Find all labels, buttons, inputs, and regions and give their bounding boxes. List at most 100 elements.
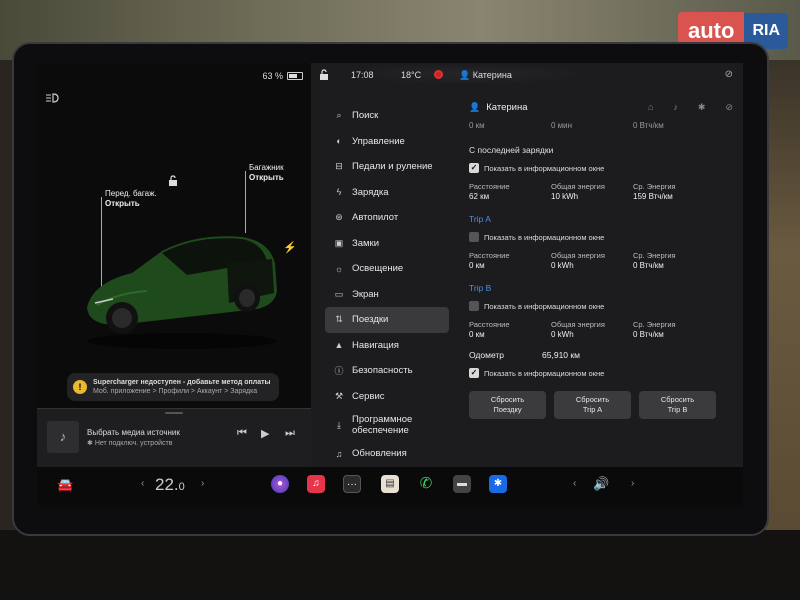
current-distance: 0 км <box>469 121 485 130</box>
headlights-icon[interactable] <box>45 93 59 106</box>
temp-up-icon[interactable]: › <box>201 478 204 489</box>
frunk-open[interactable]: Открыть <box>105 199 140 208</box>
clock: 17:08 <box>351 70 374 80</box>
lock-status-icon[interactable] <box>319 69 329 83</box>
checkbox-label: Показать в информационном окне <box>484 232 605 242</box>
next-track-icon[interactable]: ⏭ <box>285 427 295 440</box>
profile-icon: 👤 <box>459 70 471 80</box>
car-icon[interactable]: 🚘 <box>57 477 73 493</box>
checkbox-checked[interactable]: ✓ <box>469 163 479 173</box>
reset-trip-b-button[interactable]: Сбросить Trip B <box>639 391 716 419</box>
trips-content: 👤 Катерина ⌂ ♪ ✱ ⊘ 0 км 0 мин 0 Втч/км С… <box>469 99 739 419</box>
stat-avg-energy: Ср. Энергия 0 Втч/км <box>633 320 715 340</box>
trip-b-stats: Расстояние 0 км Общая энергия 0 kWh Ср. Эн… <box>469 320 739 340</box>
menu-item-trips[interactable]: ⇅ Поездки <box>325 307 449 333</box>
menu-item-safety[interactable]: ⓘ Безопасность <box>325 358 449 384</box>
menu-label: Сервис <box>352 390 385 402</box>
stat-value: 0 Втч/км <box>633 261 664 270</box>
menu-label: Поездки <box>352 314 389 326</box>
menu-label: Обновления <box>352 448 407 460</box>
profile-header: 👤 Катерина ⌂ ♪ ✱ ⊘ <box>469 99 739 115</box>
since-charge-show-toggle[interactable]: ✓ Показать в информационном окне <box>469 162 739 174</box>
menu-item-autopilot[interactable]: ⊛ Автопилот <box>325 205 449 231</box>
calendar-icon[interactable]: ▤ <box>381 475 399 493</box>
trip-b-heading: Trip B <box>469 283 492 293</box>
bell-icon: ♫ <box>335 448 343 459</box>
stat-value: 10 kWh <box>551 192 579 201</box>
media-drag-handle[interactable] <box>165 412 183 414</box>
previous-track-icon[interactable]: ⏮ <box>237 427 247 440</box>
menu-item-charging[interactable]: ϟ Зарядка <box>325 180 449 206</box>
cabin-temp[interactable]: 22.0 <box>155 475 185 495</box>
music-app-icon[interactable]: ♫ <box>307 475 325 493</box>
status-bar: 17:08 18°C 👤 Катерина ⊘ <box>311 63 743 87</box>
checkbox-unchecked[interactable] <box>469 232 479 242</box>
menu-item-pedals[interactable]: ⊟ Педали и руление <box>325 154 449 180</box>
nav-icon: ▲ <box>334 340 344 351</box>
stat-label: Общая энергия <box>551 182 605 191</box>
menu-item-search[interactable]: ⌕ Поиск <box>325 103 449 129</box>
stat-distance: Расстояние 0 км <box>469 320 551 340</box>
settings-menu: ⌕ Поиск ◐ Управление ⊟ Педали и руление ϟ За… <box>325 103 449 467</box>
menu-item-updates[interactable]: ♫ Обновления <box>325 441 449 467</box>
menu-item-display[interactable]: ▭ Экран <box>325 282 449 308</box>
stat-value: 62 км <box>469 192 490 201</box>
menu-label: Замки <box>352 237 380 249</box>
temp-down-icon[interactable]: ‹ <box>141 478 144 489</box>
battery-percent: 63 % <box>262 71 283 81</box>
stat-label: Общая энергия <box>551 320 605 329</box>
dashcam-icon[interactable]: ▬ <box>453 475 471 493</box>
frunk-callout[interactable]: Перед. багаж. Открыть <box>105 189 157 209</box>
bluetooth-icon: ✱ <box>697 101 706 112</box>
bell-icon: ♪ <box>673 101 678 112</box>
menu-label: Освещение <box>352 263 404 275</box>
bluetooth-icon: ✱ <box>87 440 93 447</box>
supercharger-alert[interactable]: ! Supercharger недоступен - добавьте мет… <box>67 373 279 401</box>
driver-name: Катерина <box>472 70 512 80</box>
search-icon: ⌕ <box>336 110 342 121</box>
media-source-label[interactable]: Выбрать медиа источник <box>87 427 180 438</box>
volume-up-icon[interactable]: › <box>631 478 634 489</box>
volume-down-icon[interactable]: ‹ <box>573 478 576 489</box>
menu-item-lighting[interactable]: ☼ Освещение <box>325 256 449 282</box>
trunk-open[interactable]: Открыть <box>249 173 284 182</box>
stat-label: Ср. Энергия <box>633 320 676 329</box>
trip-a-heading: Trip A <box>469 214 491 224</box>
checkbox-checked[interactable]: ✓ <box>469 368 479 378</box>
temp-decimal: 0 <box>178 481 185 493</box>
odometer-show-toggle[interactable]: ✓ Показать в информационном окне <box>469 367 739 379</box>
stat-avg-energy: Ср. Энергия 159 Втч/км <box>633 182 715 202</box>
menu-label: Управление <box>352 135 405 147</box>
checkbox-label: Показать в информационном окне <box>484 368 605 378</box>
trip-a-show-toggle[interactable]: Показать в информационном окне <box>469 231 739 243</box>
dock-bar: 🚘 ‹ 22.0 › ● ♫ ··· ▤ ✆ ▬ ✱ ‹ 🔊 › <box>37 467 743 505</box>
reset-trip-button[interactable]: Сбросить Поездку <box>469 391 546 419</box>
menu-item-software[interactable]: ⤓ Программное обеспечение <box>325 409 449 441</box>
stat-label: Расстояние <box>469 182 510 191</box>
trip-b-show-toggle[interactable]: Показать в информационном окне <box>469 300 739 312</box>
battery-icon <box>287 72 303 80</box>
odometer-value: 65,910 км <box>542 350 580 360</box>
more-apps-icon[interactable]: ··· <box>343 475 361 493</box>
media-player[interactable]: ♪ Выбрать медиа источник ✱ Нет подключ. … <box>37 408 311 467</box>
steering-icon: ⊛ <box>335 212 343 223</box>
dashcam-record-icon[interactable] <box>434 70 443 79</box>
bluetooth-icon[interactable]: ✱ <box>489 475 507 493</box>
speaker-icon[interactable]: 🔊 <box>593 476 609 492</box>
menu-item-service[interactable]: ⚒ Сервис <box>325 384 449 410</box>
camera-app-icon[interactable]: ● <box>271 475 289 493</box>
menu-item-navigation[interactable]: ▲ Навигация <box>325 333 449 359</box>
driver-profile[interactable]: 👤 Катерина <box>459 70 512 81</box>
menu-item-controls[interactable]: ◐ Управление <box>325 129 449 155</box>
play-icon[interactable]: ▶ <box>261 427 269 440</box>
reset-trip-a-button[interactable]: Сбросить Trip A <box>554 391 631 419</box>
odometer: Одометр 65,910 км <box>469 350 739 361</box>
checkbox-label: Показать в информационном окне <box>484 163 605 173</box>
menu-item-locks[interactable]: ▣ Замки <box>325 231 449 257</box>
checkbox-unchecked[interactable] <box>469 301 479 311</box>
phone-icon[interactable]: ✆ <box>417 475 435 493</box>
battery-status: 63 % <box>262 71 303 81</box>
unlock-icon[interactable] <box>167 175 179 190</box>
trunk-callout[interactable]: Багажник Открыть <box>249 163 284 183</box>
menu-label: Автопилот <box>352 212 399 224</box>
